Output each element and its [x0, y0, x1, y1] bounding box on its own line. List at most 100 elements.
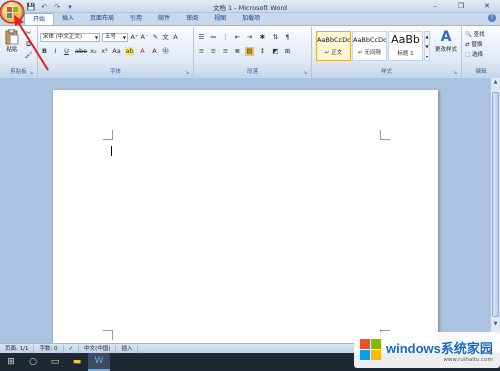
clipboard-launcher-icon[interactable]: ↘: [29, 70, 35, 76]
paragraph-launcher-icon[interactable]: ↘: [303, 70, 309, 76]
shading-icon[interactable]: ◩: [271, 47, 280, 56]
select-button[interactable]: ⬚ 选择: [465, 50, 483, 58]
file-explorer-icon[interactable]: ▬: [66, 353, 88, 371]
find-button[interactable]: 🔍 查找: [465, 30, 485, 38]
clear-formatting-icon[interactable]: ✎: [151, 33, 160, 42]
line-spacing-icon[interactable]: ↕: [258, 47, 267, 56]
font-color-button[interactable]: A: [138, 47, 147, 56]
tab-add-ins[interactable]: 加载项: [234, 13, 268, 25]
style-preview: AaBbCcDd: [317, 36, 350, 44]
bullets-icon[interactable]: ☰: [197, 33, 206, 42]
superscript-button[interactable]: x²: [100, 47, 109, 56]
character-border-icon[interactable]: A: [171, 33, 180, 42]
styles-launcher-icon[interactable]: ↘: [453, 70, 459, 76]
paragraph-group-label: 段落: [194, 68, 311, 77]
chevron-down-icon: ▼: [122, 35, 126, 40]
task-view-icon[interactable]: ▭: [44, 353, 66, 371]
grow-font-icon[interactable]: A⁺: [130, 33, 139, 42]
chevron-down-icon: ▼: [94, 35, 98, 40]
scroll-down-icon[interactable]: ▼: [491, 320, 500, 328]
style-name: 标题 1: [397, 51, 414, 57]
window-controls: – ❐ ✕: [422, 0, 500, 12]
find-label: 查找: [473, 32, 485, 38]
styles-group: AaBbCcDd ↵ 正文 AaBbCcDd ↵ 无间隔 AaBb 标题 1 ▲…: [312, 27, 462, 77]
style-heading-1[interactable]: AaBb 标题 1: [388, 31, 423, 61]
justify-icon[interactable]: ≣: [233, 47, 242, 56]
font-name-value: 宋体 (中文正文): [43, 34, 83, 40]
windows-start-icon[interactable]: ⊞: [0, 353, 22, 371]
decrease-indent-icon[interactable]: ⇤: [233, 33, 242, 42]
word-count[interactable]: 字数: 0: [34, 344, 64, 353]
editing-group-label: 编辑: [462, 68, 500, 77]
align-center-icon[interactable]: ≡: [209, 47, 218, 56]
subscript-button[interactable]: x₂: [89, 47, 98, 56]
phonetic-guide-icon[interactable]: 文: [161, 33, 170, 42]
maximize-button[interactable]: ❐: [448, 0, 474, 12]
highlight-icon[interactable]: ab: [125, 47, 134, 56]
character-shading-icon[interactable]: A: [150, 47, 159, 56]
close-button[interactable]: ✕: [474, 0, 500, 12]
office-logo-icon: [7, 7, 18, 18]
underline-button[interactable]: U: [62, 47, 71, 56]
vertical-scrollbar[interactable]: ▲ ▼: [490, 78, 500, 343]
font-name-select[interactable]: 宋体 (中文正文) ▼: [40, 33, 100, 42]
style-no-spacing[interactable]: AaBbCcDd ↵ 无间隔: [352, 31, 387, 61]
document-page[interactable]: [53, 90, 438, 350]
minimize-button[interactable]: –: [422, 0, 448, 12]
watermark-brand: windows系统家园: [386, 340, 493, 356]
italic-button[interactable]: I: [51, 47, 60, 56]
change-case-button[interactable]: Aa: [111, 47, 122, 56]
sort-icon[interactable]: ⇅: [271, 33, 280, 42]
tab-home[interactable]: 开始: [24, 13, 55, 25]
ribbon-tabs: 开始 插入 页面布局 引用 邮件 审阅 视图 加载项: [24, 13, 268, 25]
replace-button[interactable]: ⇄ 替换: [465, 40, 482, 48]
tab-review[interactable]: 审阅: [178, 13, 206, 25]
styles-scroll[interactable]: ▲ ▼ ▾: [424, 31, 430, 61]
style-name: ↵ 无间隔: [358, 50, 381, 56]
change-styles-button[interactable]: A 更改样式: [432, 29, 460, 53]
align-left-icon[interactable]: ≡: [197, 47, 206, 56]
tab-mailings[interactable]: 邮件: [150, 13, 178, 25]
proofing-icon[interactable]: ✓: [64, 344, 80, 353]
copy-icon[interactable]: ⧉: [24, 40, 33, 49]
tab-view[interactable]: 视图: [206, 13, 234, 25]
replace-label: 替换: [471, 42, 483, 48]
page-count[interactable]: 页面: 1/1: [0, 344, 35, 353]
scroll-thumb[interactable]: [492, 92, 499, 317]
tab-page-layout[interactable]: 页面布局: [82, 13, 122, 25]
select-icon: ⬚: [465, 52, 471, 58]
distributed-icon[interactable]: ▤: [245, 47, 254, 56]
multilevel-list-icon[interactable]: ⋮: [221, 33, 230, 42]
editing-group: 🔍 查找 ⇄ 替换 ⬚ 选择 编辑: [462, 27, 500, 77]
language-indicator[interactable]: 中文(中国): [79, 344, 117, 353]
style-normal[interactable]: AaBbCcDd ↵ 正文: [316, 31, 351, 61]
enclose-character-icon[interactable]: ㊥: [161, 47, 170, 56]
watermark-site: www.ruihaitu.com: [443, 356, 493, 363]
strikethrough-button[interactable]: abe: [75, 47, 87, 56]
scroll-up-icon[interactable]: ▲: [491, 78, 500, 86]
help-icon[interactable]: ?: [488, 14, 496, 22]
shrink-font-icon[interactable]: A⁻: [140, 33, 149, 42]
search-icon[interactable]: ○: [22, 353, 44, 371]
cut-icon[interactable]: ✂: [24, 29, 33, 38]
numbering-icon[interactable]: ≔: [209, 33, 218, 42]
font-launcher-icon[interactable]: ↘: [185, 70, 191, 76]
borders-icon[interactable]: ⊞: [283, 47, 292, 56]
format-painter-icon[interactable]: 🖌: [24, 51, 33, 60]
chinese-layout-icon[interactable]: ✱: [258, 33, 267, 42]
word-taskbar-icon[interactable]: W: [88, 353, 110, 371]
select-label: 选择: [471, 52, 483, 58]
office-button[interactable]: [1, 1, 23, 23]
align-right-icon[interactable]: ≡: [221, 47, 230, 56]
tab-references[interactable]: 引用: [122, 13, 150, 25]
style-name: ↵ 正文: [324, 50, 343, 56]
tab-insert[interactable]: 插入: [54, 13, 82, 25]
insert-mode[interactable]: 插入: [116, 344, 139, 353]
styles-group-label: 样式: [312, 68, 461, 77]
show-marks-icon[interactable]: ¶: [283, 33, 292, 42]
paste-button[interactable]: 粘贴: [3, 29, 21, 53]
font-size-select[interactable]: 五号 ▼: [102, 33, 128, 42]
bold-button[interactable]: B: [40, 47, 49, 56]
text-cursor: [111, 146, 112, 156]
increase-indent-icon[interactable]: ⇥: [245, 33, 254, 42]
